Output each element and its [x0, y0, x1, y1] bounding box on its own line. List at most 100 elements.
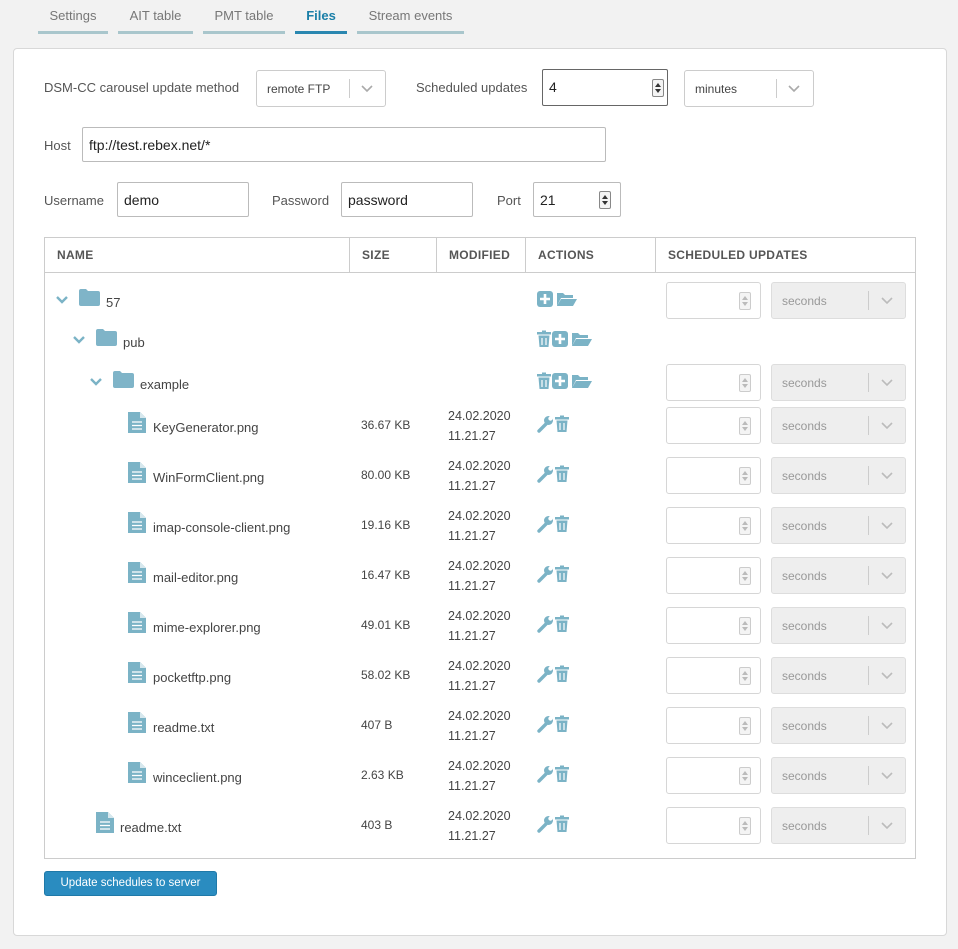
username-input[interactable]: demo: [117, 182, 249, 217]
schedule-spinner[interactable]: [739, 374, 751, 392]
scheduled-unit-select[interactable]: minutes: [684, 70, 814, 107]
schedule-spinner[interactable]: [739, 517, 751, 535]
scheduled-spinner[interactable]: [652, 79, 664, 97]
trash-icon[interactable]: [554, 765, 570, 783]
wrench-icon[interactable]: [536, 715, 554, 733]
select-separator: [868, 666, 869, 685]
trash-icon[interactable]: [554, 815, 570, 833]
trash-icon[interactable]: [554, 615, 570, 633]
item-name[interactable]: 57: [106, 295, 120, 310]
select-separator: [868, 766, 869, 785]
schedule-unit-select[interactable]: seconds: [771, 557, 906, 594]
item-modified: 24.02.2020 11.21.27: [448, 556, 511, 596]
schedule-input[interactable]: [666, 457, 761, 494]
wrench-icon[interactable]: [536, 815, 554, 833]
trash-icon[interactable]: [554, 565, 570, 583]
schedule-unit-select[interactable]: seconds: [771, 757, 906, 794]
schedule-unit-select[interactable]: seconds: [771, 707, 906, 744]
add-icon[interactable]: [551, 372, 569, 390]
folder-open-icon[interactable]: [556, 290, 578, 308]
tab-stream-events[interactable]: Stream events: [357, 0, 464, 34]
item-name[interactable]: imap-console-client.png: [153, 520, 290, 535]
wrench-icon[interactable]: [536, 765, 554, 783]
method-select[interactable]: remote FTP: [256, 70, 386, 107]
schedule-unit-select[interactable]: seconds: [771, 407, 906, 444]
item-name[interactable]: pub: [123, 335, 145, 350]
schedule-input[interactable]: [666, 282, 761, 319]
scheduled-input[interactable]: 4: [542, 69, 668, 106]
add-icon[interactable]: [551, 330, 569, 348]
schedule-input[interactable]: [666, 657, 761, 694]
folder-open-icon[interactable]: [571, 372, 593, 390]
schedule-unit-select[interactable]: seconds: [771, 282, 906, 319]
tab-settings[interactable]: Settings: [38, 0, 108, 34]
item-name[interactable]: mail-editor.png: [153, 570, 238, 585]
schedule-input[interactable]: [666, 557, 761, 594]
wrench-icon[interactable]: [536, 615, 554, 633]
item-name[interactable]: pocketftp.png: [153, 670, 231, 685]
folder-open-icon[interactable]: [571, 330, 593, 348]
item-name[interactable]: readme.txt: [153, 720, 214, 735]
schedule-unit-select[interactable]: seconds: [771, 507, 906, 544]
trash-icon[interactable]: [554, 715, 570, 733]
schedule-input[interactable]: [666, 407, 761, 444]
host-input[interactable]: ftp://test.rebex.net/*: [82, 127, 606, 162]
port-input[interactable]: 21: [533, 182, 621, 217]
schedule-input[interactable]: [666, 507, 761, 544]
schedule-unit-select[interactable]: seconds: [771, 807, 906, 844]
schedule-unit-select[interactable]: seconds: [771, 607, 906, 644]
tab-ait-table[interactable]: AIT table: [118, 0, 193, 34]
tab-files[interactable]: Files: [295, 0, 347, 34]
chevron-down-icon[interactable]: [72, 333, 86, 347]
item-date: 24.02.2020: [448, 559, 511, 573]
trash-icon[interactable]: [554, 465, 570, 483]
schedule-spinner[interactable]: [739, 567, 751, 585]
schedule-spinner[interactable]: [739, 767, 751, 785]
column-header-scheduled-updates: SCHEDULED UPDATES: [655, 238, 915, 273]
schedule-spinner[interactable]: [739, 417, 751, 435]
schedule-input[interactable]: [666, 364, 761, 401]
tab-pmt-table[interactable]: PMT table: [203, 0, 285, 34]
trash-icon[interactable]: [554, 515, 570, 533]
schedule-input[interactable]: [666, 757, 761, 794]
schedule-input[interactable]: [666, 707, 761, 744]
wrench-icon[interactable]: [536, 415, 554, 433]
item-name[interactable]: KeyGenerator.png: [153, 420, 259, 435]
schedule-spinner[interactable]: [739, 817, 751, 835]
schedule-unit-select[interactable]: seconds: [771, 364, 906, 401]
port-spinner[interactable]: [599, 191, 611, 209]
item-date: 24.02.2020: [448, 809, 511, 823]
schedule-unit-select[interactable]: seconds: [771, 657, 906, 694]
wrench-icon[interactable]: [536, 665, 554, 683]
password-input[interactable]: password: [341, 182, 473, 217]
chevron-down-icon[interactable]: [89, 375, 103, 389]
schedule-spinner[interactable]: [739, 467, 751, 485]
schedule-spinner[interactable]: [739, 617, 751, 635]
schedule-spinner[interactable]: [739, 292, 751, 310]
chevron-down-icon[interactable]: [55, 293, 69, 307]
item-modified: 24.02.2020 11.21.27: [448, 606, 511, 646]
item-modified: 24.02.2020 11.21.27: [448, 656, 511, 696]
column-header-size: SIZE: [349, 238, 436, 273]
trash-icon[interactable]: [536, 372, 552, 390]
trash-icon[interactable]: [554, 665, 570, 683]
schedule-input[interactable]: [666, 807, 761, 844]
item-name[interactable]: mime-explorer.png: [153, 620, 261, 635]
schedule-spinner[interactable]: [739, 717, 751, 735]
schedule-unit-value: seconds: [782, 376, 827, 390]
wrench-icon[interactable]: [536, 565, 554, 583]
wrench-icon[interactable]: [536, 465, 554, 483]
schedule-unit-select[interactable]: seconds: [771, 457, 906, 494]
item-name[interactable]: WinFormClient.png: [153, 470, 264, 485]
add-icon[interactable]: [536, 290, 554, 308]
wrench-icon[interactable]: [536, 515, 554, 533]
trash-icon[interactable]: [554, 415, 570, 433]
schedule-spinner[interactable]: [739, 667, 751, 685]
trash-icon[interactable]: [536, 330, 552, 348]
update-schedules-button[interactable]: Update schedules to server: [44, 871, 217, 896]
item-time: 11.21.27: [448, 529, 496, 543]
item-name[interactable]: winceclient.png: [153, 770, 242, 785]
schedule-input[interactable]: [666, 607, 761, 644]
item-name[interactable]: readme.txt: [120, 820, 181, 835]
item-name[interactable]: example: [140, 377, 189, 392]
